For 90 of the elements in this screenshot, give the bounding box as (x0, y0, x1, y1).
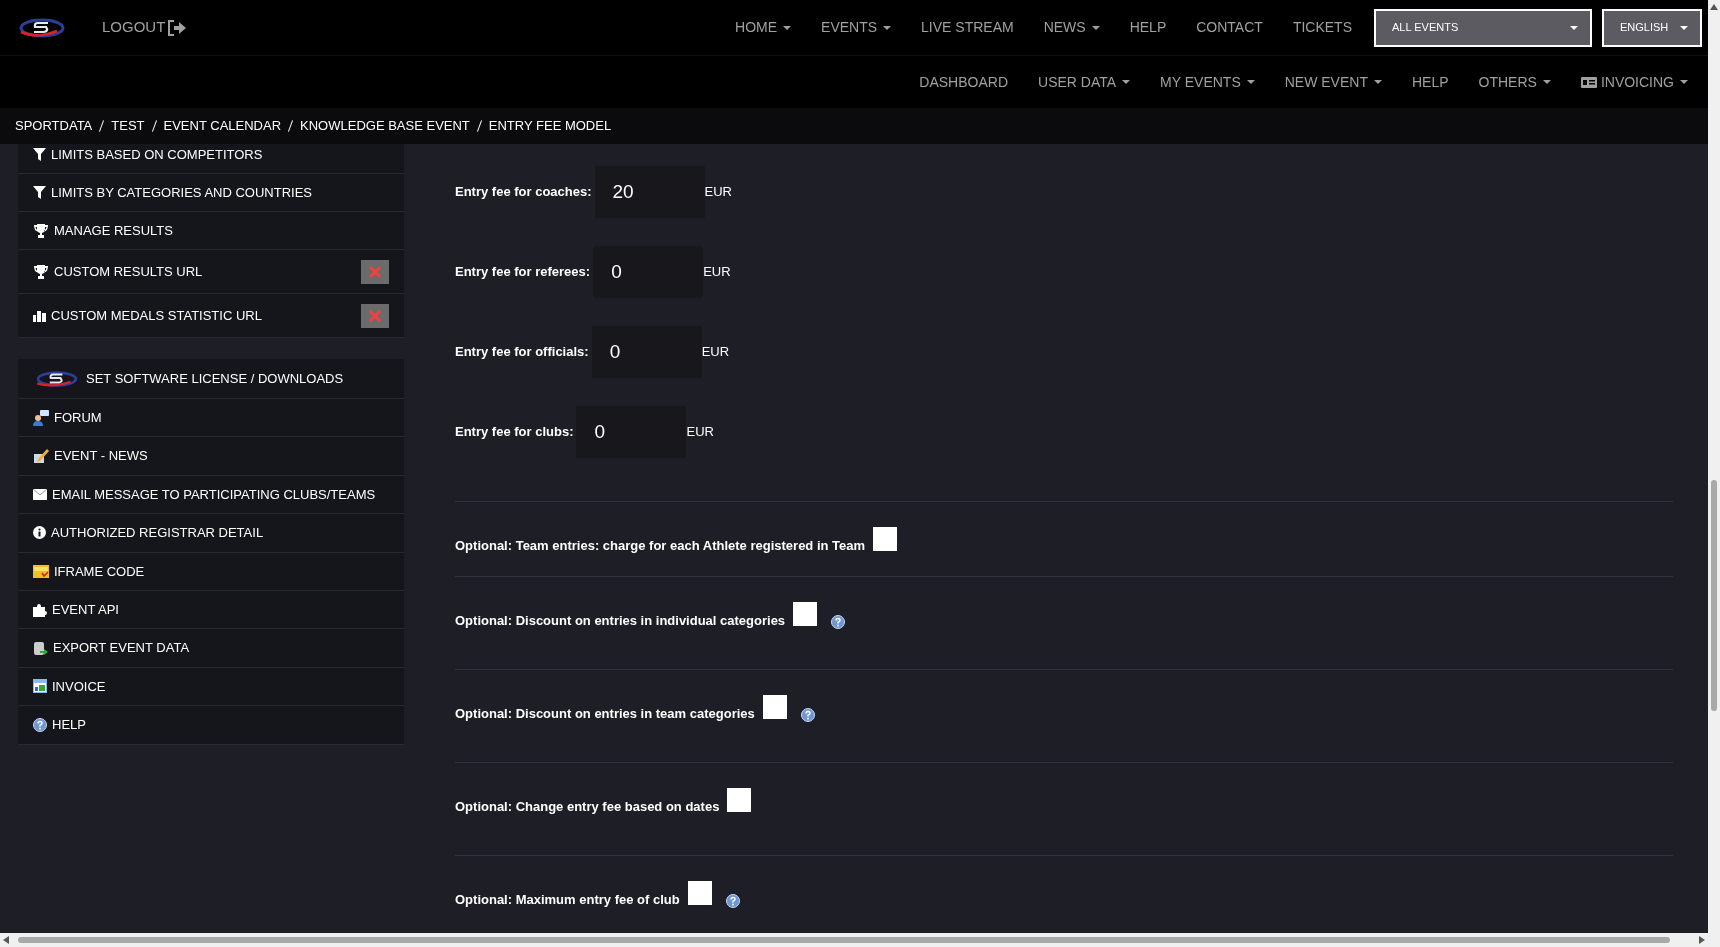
unit-label: EUR (704, 183, 732, 202)
nav-link[interactable]: TICKETS (1292, 17, 1352, 38)
nav-link[interactable]: INVOICING (1580, 71, 1688, 93)
scroll-left-icon[interactable] (3, 936, 9, 944)
fee-input[interactable]: 20 (594, 166, 705, 218)
breadcrumb-link[interactable]: KNOWLEDGE BASE EVENT (300, 116, 470, 136)
nav-link[interactable]: OTHERS (1478, 71, 1551, 93)
spreadsheet-icon (33, 679, 47, 694)
fee-input[interactable]: 0 (593, 246, 704, 298)
trophy-icon (33, 223, 49, 238)
scroll-right-icon[interactable] (1699, 936, 1705, 944)
database-export-icon (33, 640, 48, 656)
help-icon[interactable] (725, 894, 740, 908)
unit-label: EUR (686, 423, 714, 442)
checkbox[interactable] (687, 881, 712, 905)
remove-button[interactable] (361, 259, 389, 284)
sidebar-link[interactable]: LIMITS BASED ON COMPETITORS (51, 144, 263, 165)
option-label: Optional: Team entries: charge for each Athlete registered in Team (455, 537, 866, 555)
nav-link[interactable]: LIVE STREAM (921, 17, 1014, 38)
sidebar-link[interactable]: EVENT API (52, 599, 119, 620)
info-icon (33, 526, 46, 540)
option-label: Optional: Discount on entries in individual categories (455, 612, 786, 630)
sidebar-link[interactable]: FORUM (54, 407, 102, 428)
sidebar-link[interactable]: HELP (52, 715, 86, 735)
checkbox[interactable] (873, 527, 898, 551)
field-label: Entry fee for referees: (455, 263, 591, 282)
unit-label: EUR (703, 263, 731, 282)
remove-button[interactable] (361, 303, 389, 328)
breadcrumb-link[interactable]: ENTRY FEE MODEL (488, 116, 612, 136)
caret-icon (1680, 25, 1688, 30)
checkbox[interactable] (762, 695, 787, 719)
sidebar-link[interactable]: EVENT - NEWS (54, 446, 148, 466)
sidebar-link[interactable]: SET SOFTWARE LICENSE / DOWNLOADS (86, 368, 344, 389)
nav-link[interactable]: HELP (1411, 71, 1449, 93)
sidebar-link[interactable]: INVOICE (52, 676, 106, 697)
sidebar-link[interactable]: AUTHORIZED REGISTRAR DETAIL (51, 523, 264, 543)
checkbox[interactable] (727, 788, 752, 812)
sidebar-link[interactable]: MANAGE RESULTS (54, 220, 173, 241)
close-icon (368, 308, 382, 323)
nav-link[interactable]: HOME (735, 17, 792, 38)
sidebar-link[interactable]: CUSTOM MEDALS STATISTIC URL (51, 305, 262, 326)
pencil-icon (33, 448, 49, 465)
nav-link[interactable]: NEWS (1043, 17, 1100, 38)
scroll-up-icon[interactable] (1710, 4, 1718, 10)
help-icon[interactable] (800, 708, 815, 722)
logo-icon[interactable] (17, 16, 67, 39)
envelope-icon (33, 488, 47, 500)
field-label: Entry fee for clubs: (455, 423, 574, 442)
vertical-scrollbar[interactable] (1708, 0, 1720, 933)
close-icon (368, 264, 382, 279)
chat-user-icon (33, 409, 49, 426)
sidebar-link[interactable]: IFRAME CODE (54, 561, 145, 581)
sidebar-link[interactable]: LIMITS BY CATEGORIES AND COUNTRIES (51, 182, 312, 203)
nav-link[interactable]: CONTACT (1196, 17, 1263, 38)
option-label: Optional: Maximum entry fee of club (455, 891, 680, 909)
logout-link[interactable]: LOGOUT (102, 16, 188, 39)
sidebar-link[interactable]: CUSTOM RESULTS URL (54, 261, 203, 282)
breadcrumb-link[interactable]: SPORTDATA (15, 116, 93, 136)
help-icon[interactable] (831, 615, 846, 629)
nav-link[interactable]: MY EVENTS (1160, 71, 1255, 93)
checkbox[interactable] (793, 602, 818, 626)
nav-link[interactable]: USER DATA (1038, 71, 1131, 93)
logout-icon (167, 19, 188, 36)
breadcrumb-link[interactable]: EVENT CALENDAR (163, 116, 282, 136)
bar-chart-icon (33, 309, 46, 322)
help-icon (33, 717, 47, 732)
puzzle-icon (33, 602, 47, 617)
nav-link[interactable]: NEW EVENT (1284, 71, 1382, 93)
breadcrumb-link[interactable]: TEST (111, 116, 145, 136)
id-card-icon (1580, 76, 1597, 88)
language-select[interactable]: ENGLISH (1602, 8, 1702, 47)
nav-link[interactable]: HELP (1129, 17, 1167, 38)
horizontal-scrollbar[interactable] (0, 933, 1720, 947)
sidebar-link[interactable]: EMAIL MESSAGE TO PARTICIPATING CLUBS/TEAMS (52, 484, 376, 505)
nav-link[interactable]: EVENTS (821, 17, 892, 38)
unit-label: EUR (701, 343, 730, 362)
option-label: Optional: Discount on entries in team categories (455, 705, 755, 723)
nav-link[interactable]: DASHBOARD (919, 71, 1008, 93)
trophy-icon (33, 264, 49, 279)
filter-icon (33, 148, 46, 161)
filter-icon (33, 186, 46, 199)
event-select[interactable]: ALL EVENTS (1374, 8, 1592, 47)
option-label: Optional: Change entry fee based on dates (455, 798, 720, 816)
caret-icon (1570, 25, 1578, 30)
field-label: Entry fee for coaches: (455, 183, 592, 202)
code-file-icon (33, 564, 49, 578)
fee-input[interactable]: 0 (591, 326, 702, 378)
sidebar-link[interactable]: EXPORT EVENT DATA (53, 638, 190, 658)
field-label: Entry fee for officials: (455, 343, 589, 362)
fee-input[interactable]: 0 (576, 406, 687, 458)
